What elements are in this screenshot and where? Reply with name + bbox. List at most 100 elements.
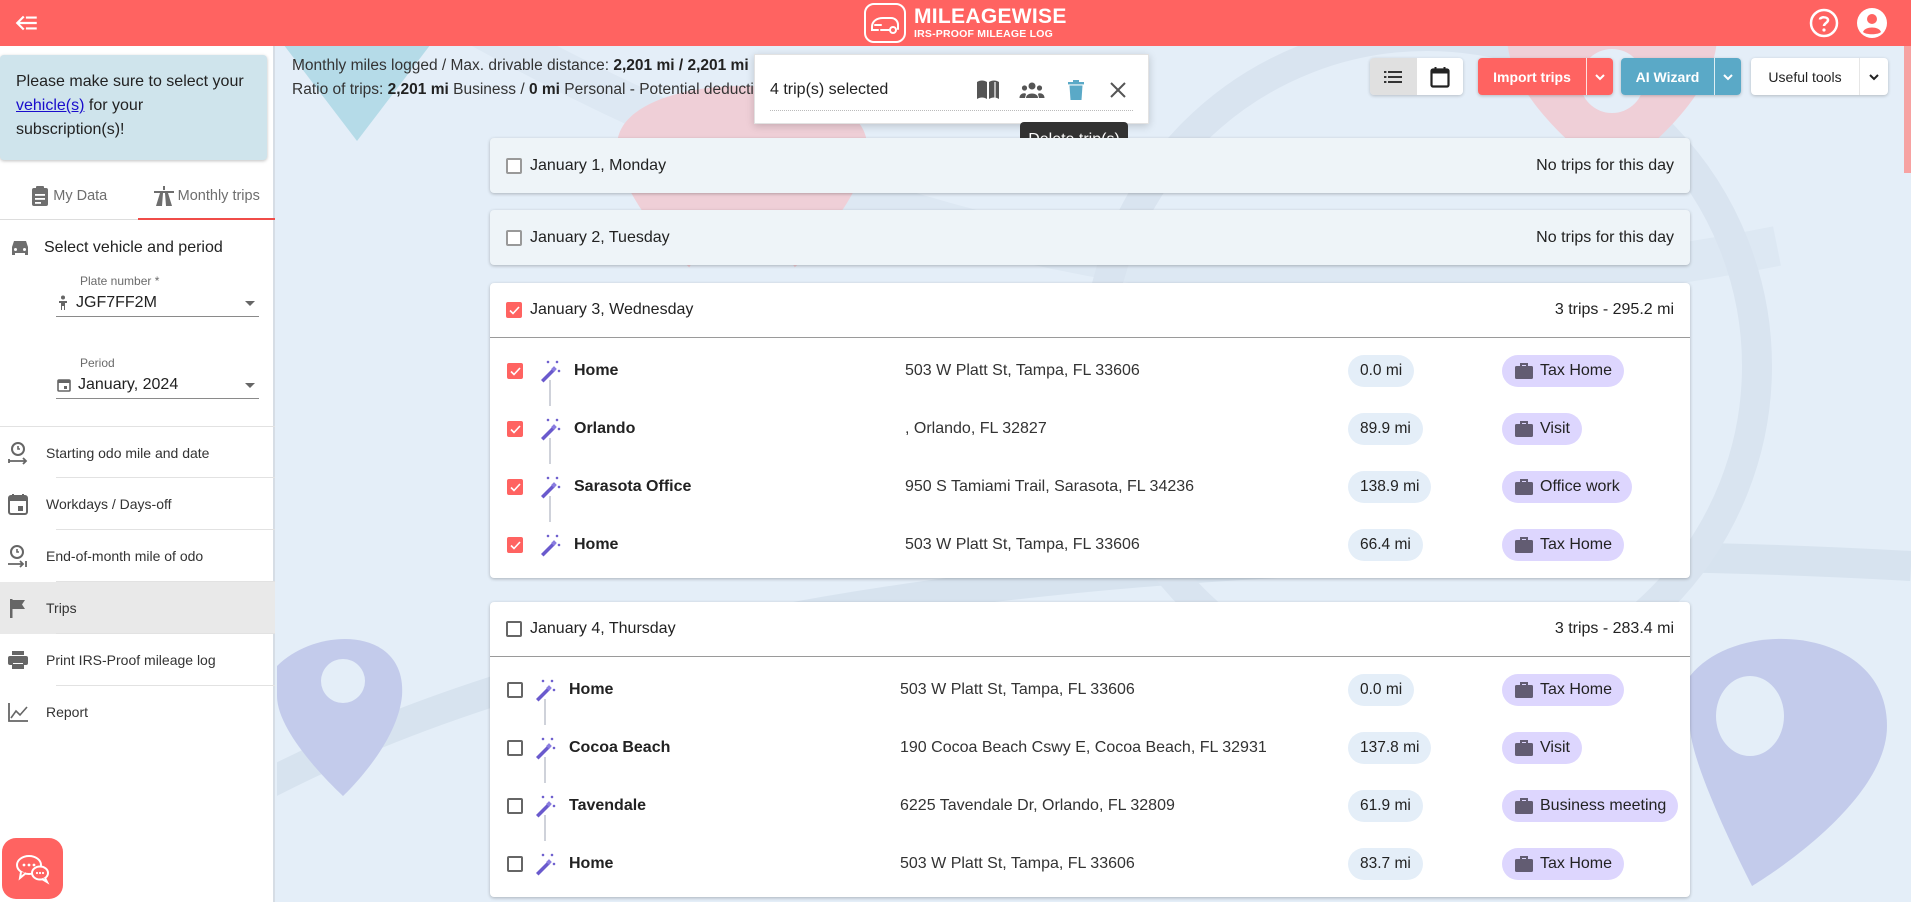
trip-checkbox[interactable] (507, 740, 523, 756)
chat-button[interactable] (2, 838, 63, 899)
trip-row: Home 503 W Platt St, Tampa, FL 33606 0.0 m… (490, 342, 1690, 406)
list-view-button[interactable] (1370, 58, 1417, 95)
briefcase-icon (1515, 537, 1533, 553)
car-icon (12, 241, 28, 255)
day-header[interactable]: January 1, Monday No trips for this day (490, 138, 1690, 193)
trip-location[interactable]: Home (574, 536, 618, 554)
sidebar-item-end-odo[interactable]: End-of-month mile of odo (0, 530, 275, 582)
trip-checkbox[interactable] (507, 421, 523, 437)
sidebar-item-workdays[interactable]: Workdays / Days-off (0, 478, 275, 530)
briefcase-icon (1515, 798, 1533, 814)
useful-tools-button[interactable]: Useful tools (1751, 58, 1859, 95)
day-card: January 2, Tuesday No trips for this day (490, 210, 1690, 265)
trip-location[interactable]: Home (569, 681, 613, 699)
trip-checkbox[interactable] (507, 479, 523, 495)
tab-monthly-trips[interactable]: Monthly trips (137, 172, 276, 220)
period-select[interactable]: Period January, 2024 (56, 356, 259, 399)
sidebar-item-trips[interactable]: Trips (0, 582, 275, 634)
trip-location[interactable]: Cocoa Beach (569, 739, 670, 757)
trip-checkbox[interactable] (507, 363, 523, 379)
account-circle-icon (1857, 8, 1887, 38)
day-checkbox[interactable] (506, 302, 522, 318)
sidebar: Please make sure to select your vehicle(… (0, 46, 275, 902)
day-title: January 3, Wednesday (530, 301, 694, 318)
calendar-view-button[interactable] (1416, 58, 1463, 95)
logo-subtitle: IRS-PROOF MILEAGE LOG (914, 28, 1053, 40)
select-vehicle-title: Select vehicle and period (44, 239, 223, 256)
sidebar-menu: Starting odo mile and date Workdays / Da… (0, 426, 275, 738)
day-summary: 3 trips - 295.2 mi (1554, 301, 1674, 318)
ai-wizard-button[interactable]: AI Wizard (1621, 58, 1714, 95)
day-checkbox[interactable] (506, 229, 522, 246)
trip-purpose[interactable]: Tax Home (1502, 848, 1625, 880)
trip-purpose[interactable]: Tax Home (1502, 529, 1625, 561)
sidebar-item-starting-odo[interactable]: Starting odo mile and date (0, 426, 275, 478)
trip-checkbox[interactable] (507, 798, 523, 814)
briefcase-icon (1515, 479, 1533, 495)
trip-location[interactable]: Home (574, 362, 618, 380)
day-summary: No trips for this day (1536, 156, 1674, 174)
trip-address: 503 W Platt St, Tampa, FL 33606 (900, 681, 1135, 698)
sidebar-tabs: My Data Monthly trips (0, 172, 275, 220)
clear-selection-button[interactable] (1105, 77, 1131, 103)
day-title: January 2, Tuesday (530, 228, 670, 246)
trip-location[interactable]: Orlando (574, 420, 635, 438)
trip-purpose[interactable]: Tax Home (1502, 674, 1625, 706)
trip-location[interactable]: Tavendale (569, 797, 646, 815)
vehicles-link[interactable]: vehicle(s) (16, 97, 84, 114)
import-trips-split-button: Import trips (1478, 58, 1613, 95)
trip-purpose[interactable]: Visit (1502, 413, 1582, 445)
tab-my-data[interactable]: My Data (0, 172, 138, 219)
delete-trips-button[interactable] (1063, 77, 1089, 103)
day-checkbox[interactable] (506, 621, 522, 637)
trip-distance: 89.9 mi (1348, 413, 1423, 445)
ai-wizard-split-button: AI Wizard (1621, 58, 1741, 95)
account-button[interactable] (1856, 7, 1888, 39)
trip-location[interactable]: Sarasota Office (574, 478, 691, 496)
sidebar-item-report[interactable]: Report (0, 686, 275, 738)
trip-purpose[interactable]: Business meeting (1502, 790, 1679, 822)
trip-checkbox[interactable] (507, 856, 523, 872)
plate-number-select[interactable]: Plate number * JGF7FF2M (56, 274, 259, 317)
import-trips-button[interactable]: Import trips (1478, 58, 1586, 95)
useful-tools-dropdown[interactable] (1859, 58, 1888, 95)
sidebar-item-print[interactable]: Print IRS-Proof mileage log (0, 634, 275, 686)
scrollbar-thumb[interactable] (1904, 46, 1911, 173)
ai-wizard-dropdown[interactable] (1714, 58, 1741, 95)
assign-client-button[interactable] (1019, 77, 1045, 103)
select-vehicle-section: Select vehicle and period (0, 221, 275, 275)
trip-address: , Orlando, FL 32827 (905, 420, 1047, 437)
trip-distance: 138.9 mi (1348, 471, 1432, 503)
day-checkbox[interactable] (506, 157, 522, 174)
day-header[interactable]: January 4, Thursday 3 trips - 283.4 mi (490, 602, 1690, 657)
trip-checkbox[interactable] (507, 682, 523, 698)
day-header[interactable]: January 2, Tuesday No trips for this day (490, 210, 1690, 265)
briefcase-icon (1515, 421, 1533, 437)
trip-distance: 0.0 mi (1348, 674, 1415, 706)
logbook-button[interactable] (975, 77, 1001, 103)
day-title: January 1, Monday (530, 156, 667, 174)
trip-purpose[interactable]: Office work (1502, 471, 1632, 503)
trip-row: Home 503 W Platt St, Tampa, FL 33606 0.0 m… (490, 661, 1690, 725)
trip-purpose[interactable]: Visit (1502, 732, 1582, 764)
help-button[interactable] (1808, 7, 1840, 39)
trip-address: 503 W Platt St, Tampa, FL 33606 (905, 536, 1140, 553)
logo[interactable]: MILEAGEWISE IRS-PROOF MILEAGE LOG (864, 2, 1067, 44)
collapse-sidebar-button[interactable] (14, 10, 40, 36)
day-summary: 3 trips - 283.4 mi (1554, 620, 1674, 637)
odo-end-icon (8, 545, 27, 568)
trip-location[interactable]: Home (569, 855, 613, 873)
trip-purpose[interactable]: Tax Home (1502, 355, 1625, 387)
auto-trip-indicator (533, 852, 557, 876)
day-header[interactable]: January 3, Wednesday 3 trips - 295.2 mi (490, 283, 1690, 338)
chart-line-icon (8, 703, 28, 722)
import-trips-dropdown[interactable] (1586, 58, 1613, 95)
briefcase-icon (1515, 856, 1533, 872)
calendar-small-icon (57, 379, 71, 392)
trip-address: 503 W Platt St, Tampa, FL 33606 (900, 855, 1135, 872)
selection-action-bar: 4 trip(s) selected (754, 54, 1149, 124)
trip-address: 190 Cocoa Beach Cswy E, Cocoa Beach, FL … (900, 739, 1267, 756)
trip-checkbox[interactable] (507, 537, 523, 553)
calendar-view-icon (1430, 66, 1450, 88)
flag-icon (10, 599, 25, 618)
